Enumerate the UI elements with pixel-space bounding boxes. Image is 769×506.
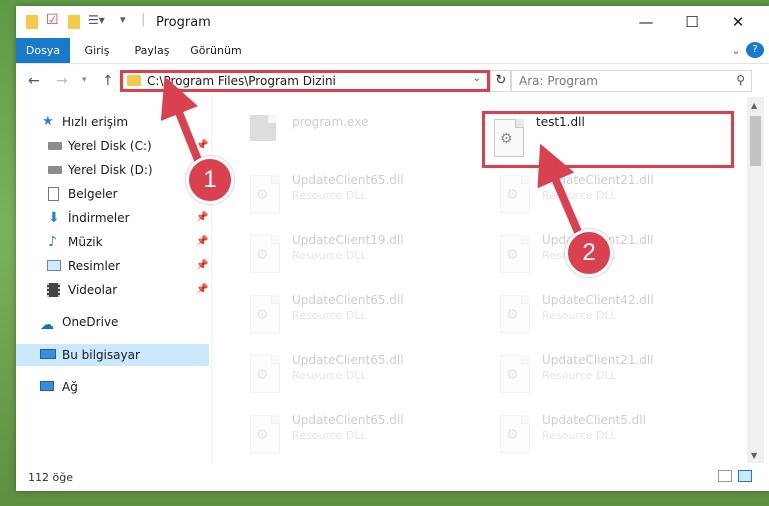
- exe-icon: [250, 114, 277, 141]
- search-placeholder: Ara: Program: [519, 74, 598, 88]
- details-view-icon[interactable]: [718, 470, 732, 482]
- search-icon[interactable]: ⚲: [736, 73, 745, 87]
- gear-icon: ⚙: [256, 247, 269, 263]
- status-bar: 112 öğe: [16, 463, 769, 491]
- gear-icon: ⚙: [506, 367, 519, 383]
- file-tile[interactable]: ⚙ UpdateClient65.dll Resource DLL: [242, 289, 472, 339]
- gear-icon: ⚙: [506, 187, 519, 203]
- tab-share[interactable]: Paylaş: [130, 38, 174, 63]
- nav-item-documents[interactable]: Belgeler 📌: [16, 183, 211, 205]
- gear-icon: ⚙: [506, 307, 519, 323]
- file-highlight-box: [482, 111, 734, 168]
- file-tile[interactable]: ⚙ UpdateClient42.dll Resource DLL: [492, 289, 722, 339]
- pin-icon[interactable]: 📌: [196, 135, 208, 157]
- navigation-pane: ★ Hızlı erişim Yerel Disk (C:) 📌 Yerel D…: [16, 97, 211, 463]
- recent-locations-chevron-icon[interactable]: ▾: [82, 75, 87, 85]
- gear-icon: ⚙: [256, 427, 269, 443]
- picture-icon: [47, 260, 61, 271]
- gear-icon: ⚙: [506, 427, 519, 443]
- download-icon: ⬇: [48, 210, 60, 226]
- document-icon: [48, 187, 59, 201]
- address-path[interactable]: C:\Program Files\Program Dizini: [147, 74, 336, 88]
- quick-access-dropdown-icon[interactable]: ▾: [120, 13, 126, 26]
- nav-item-pictures[interactable]: Resimler 📌: [16, 255, 211, 277]
- item-count: 112 öğe: [28, 471, 73, 484]
- folder-icon: [26, 15, 38, 29]
- pin-icon[interactable]: 📌: [196, 279, 208, 301]
- gear-icon: ⚙: [506, 247, 519, 263]
- nav-item-onedrive[interactable]: ☁ OneDrive: [16, 311, 211, 333]
- file-tile[interactable]: ⚙ UpdateClient65.dll Resource DLL: [242, 409, 472, 459]
- nav-item-downloads[interactable]: ⬇ İndirmeler 📌: [16, 207, 211, 229]
- help-icon[interactable]: ?: [746, 42, 764, 58]
- close-button[interactable]: ✕: [715, 6, 761, 38]
- star-icon: ★: [42, 114, 54, 129]
- cloud-icon: ☁: [40, 317, 54, 333]
- explorer-window: ☑ ☰▾ ▾ | Program — ☐ ✕ Dosya Giriş Payla…: [16, 6, 769, 491]
- new-folder-icon[interactable]: [68, 15, 80, 29]
- vertical-scrollbar[interactable]: ▲ ▼: [747, 97, 764, 463]
- tab-file[interactable]: Dosya: [16, 38, 70, 63]
- forward-arrow-icon[interactable]: →: [56, 73, 68, 89]
- properties-icon[interactable]: ☑: [46, 12, 59, 28]
- file-tile[interactable]: ⚙ UpdateClient65.dll Resource DLL: [242, 169, 472, 219]
- video-icon: [47, 283, 60, 297]
- computer-icon: [40, 349, 56, 359]
- file-tile[interactable]: ⚙ UpdateClient5.dll Resource DLL: [492, 409, 722, 459]
- up-arrow-icon[interactable]: ↑: [102, 73, 114, 89]
- window-title: Program: [156, 15, 211, 30]
- expand-ribbon-icon[interactable]: ⌄: [726, 38, 746, 63]
- address-row: ← → ▾ ↑ C:\Program Files\Program Dizini …: [16, 63, 769, 98]
- ribbon-tabs: Dosya Giriş Paylaş Görünüm ⌄ ?: [16, 38, 769, 63]
- file-tile[interactable]: ⚙ UpdateClient21.dllResource DLL: [492, 349, 722, 399]
- minimize-button[interactable]: —: [623, 6, 669, 38]
- tab-home[interactable]: Giriş: [80, 38, 114, 63]
- nav-item-quick-access[interactable]: ★ Hızlı erişim: [16, 111, 211, 133]
- nav-item-music[interactable]: ♪ Müzik 📌: [16, 231, 211, 253]
- search-box[interactable]: Ara: Program ⚲: [510, 70, 752, 92]
- gear-icon: ⚙: [256, 307, 269, 323]
- address-bar[interactable]: C:\Program Files\Program Dizini ⌄: [120, 70, 490, 92]
- file-name: program.exe: [292, 115, 369, 129]
- network-icon: [40, 381, 54, 391]
- file-tile[interactable]: ⚙ UpdateClient19.dll Resource DLL: [242, 229, 472, 279]
- refresh-button[interactable]: ↻: [490, 70, 512, 92]
- drive-icon: [48, 166, 62, 174]
- file-list: program.exe ⚙ test1.dll ⚙ UpdateClient65…: [212, 97, 747, 463]
- file-tile-program-exe[interactable]: program.exe: [242, 105, 472, 155]
- gear-icon: ⚙: [256, 367, 269, 383]
- title-bar: ☑ ☰▾ ▾ | Program — ☐ ✕: [16, 6, 769, 38]
- back-arrow-icon[interactable]: ←: [28, 73, 40, 89]
- pin-icon[interactable]: 📌: [196, 231, 208, 253]
- chevron-down-icon[interactable]: ⌄: [473, 73, 481, 84]
- customize-quick-access-icon[interactable]: ☰▾: [88, 13, 105, 27]
- step-badge-2: 2: [565, 229, 613, 277]
- scrollbar-thumb[interactable]: [750, 116, 761, 166]
- pin-icon[interactable]: 📌: [196, 207, 208, 229]
- gear-icon: ⚙: [256, 187, 269, 203]
- music-icon: ♪: [48, 234, 57, 250]
- scroll-down-arrow-icon[interactable]: ▼: [751, 451, 757, 460]
- file-tile[interactable]: ⚙ UpdateClient65.dll Resource DLL: [242, 349, 472, 399]
- large-icons-view-icon[interactable]: [738, 470, 752, 482]
- folder-icon: [127, 75, 141, 86]
- nav-item-videos[interactable]: Videolar 📌: [16, 279, 211, 301]
- nav-item-network[interactable]: Ağ: [16, 376, 211, 398]
- file-tile[interactable]: ⚙ UpdateClient21.dllResource DLL: [492, 169, 722, 219]
- scroll-up-arrow-icon[interactable]: ▲: [751, 101, 757, 110]
- nav-item-this-pc[interactable]: Bu bilgisayar: [16, 344, 209, 366]
- nav-item-local-disk-d[interactable]: Yerel Disk (D:) 📌: [16, 159, 211, 181]
- maximize-button[interactable]: ☐: [669, 6, 715, 38]
- title-separator: |: [141, 12, 146, 27]
- tab-view[interactable]: Görünüm: [188, 38, 244, 63]
- nav-item-local-disk-c[interactable]: Yerel Disk (C:) 📌: [16, 135, 211, 157]
- pin-icon[interactable]: 📌: [196, 255, 208, 277]
- step-badge-1: 1: [186, 156, 234, 204]
- drive-icon: [48, 142, 62, 150]
